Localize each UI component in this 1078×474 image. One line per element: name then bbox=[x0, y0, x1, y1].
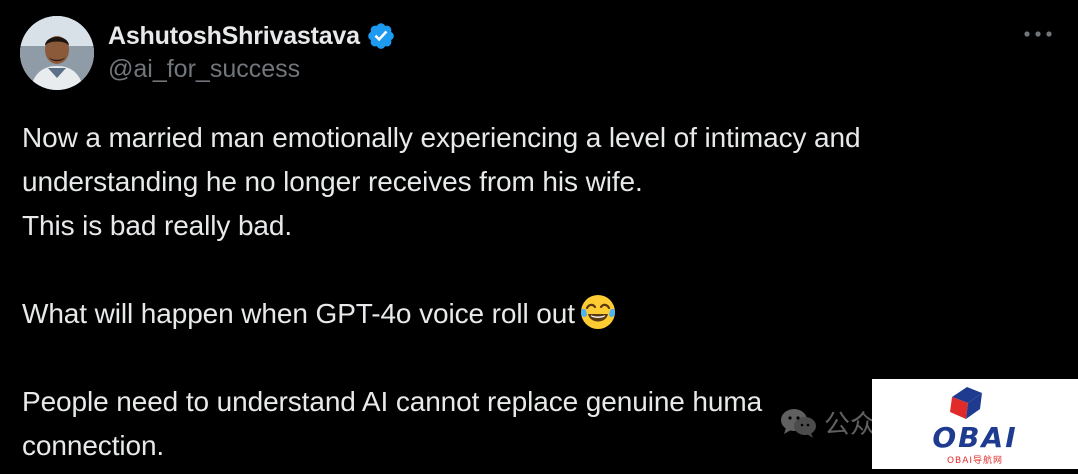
tweet-line: understanding he no longer receives from… bbox=[22, 166, 643, 197]
author-display-name[interactable]: AshutoshShrivastava bbox=[108, 22, 360, 51]
tweet-line: This is bad really bad. bbox=[22, 210, 293, 241]
logo-subtitle: OBAI导航网 bbox=[947, 454, 1003, 466]
more-horizontal-icon bbox=[1024, 31, 1052, 37]
logo-name: OBAI bbox=[932, 421, 1017, 454]
tweet-line: Now a married man emotionally experienci… bbox=[22, 122, 861, 153]
wechat-watermark: 公众 bbox=[780, 404, 876, 441]
author-info: AshutoshShrivastava @ai_for_success bbox=[108, 18, 396, 84]
watermark-text: 公众 bbox=[824, 410, 877, 440]
author-handle[interactable]: @ai_for_success bbox=[108, 55, 396, 84]
tweet-line-with-emoji: What will happen when GPT-4o voice roll … bbox=[22, 292, 1062, 336]
obai-logo-icon: OBAI OBAI导航网 bbox=[932, 387, 1017, 466]
author-name-row: AshutoshShrivastava bbox=[108, 18, 396, 54]
wechat-icon bbox=[781, 408, 816, 438]
tweet-card: AshutoshShrivastava @ai_for_success Now … bbox=[0, 0, 1078, 469]
tweet-line: What will happen when GPT-4o voice roll … bbox=[22, 298, 575, 329]
verified-badge-icon bbox=[366, 21, 396, 51]
obai-logo-watermark: OBAI OBAI导航网 bbox=[872, 379, 1078, 469]
face-with-tears-of-joy-icon bbox=[579, 293, 617, 331]
more-options-button[interactable] bbox=[1018, 22, 1058, 46]
author-avatar[interactable] bbox=[20, 16, 94, 90]
avatar-photo-icon bbox=[20, 16, 94, 90]
